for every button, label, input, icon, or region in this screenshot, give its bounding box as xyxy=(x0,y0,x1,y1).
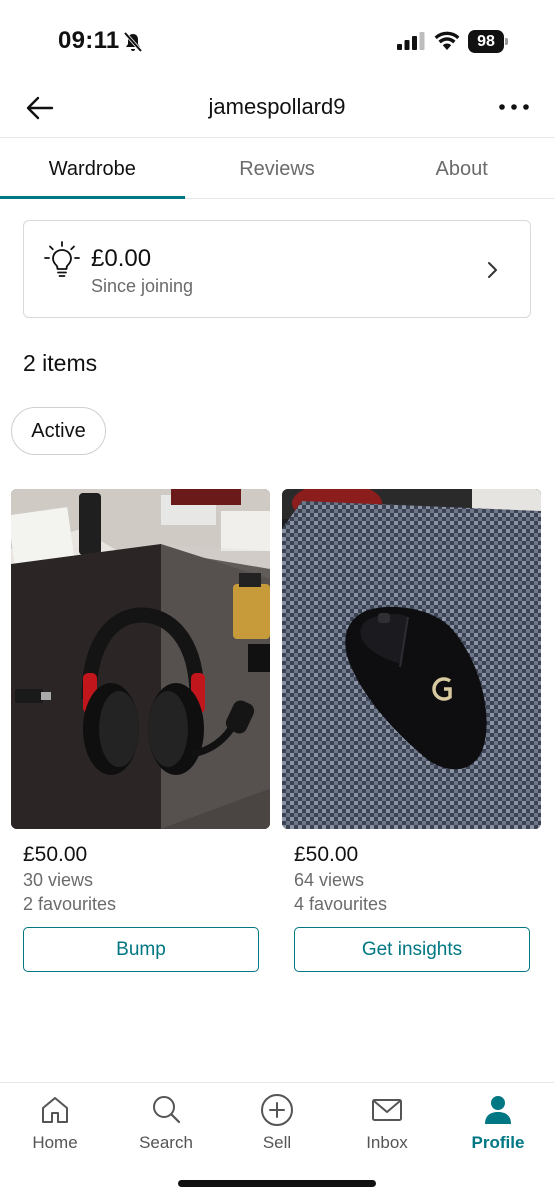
home-icon xyxy=(42,1097,68,1123)
balance-amount: £0.00 xyxy=(91,245,152,272)
nav-sell[interactable]: Sell xyxy=(227,1093,327,1153)
tab-reviews[interactable]: Reviews xyxy=(185,139,370,198)
home-indicator xyxy=(178,1180,376,1187)
battery-icon: 98 xyxy=(468,30,508,53)
more-dots-icon[interactable] xyxy=(494,92,534,122)
nav-search[interactable]: Search xyxy=(116,1093,216,1153)
items-count: 2 items xyxy=(23,350,98,376)
status-bar: 09:11 98 xyxy=(0,0,554,80)
chevron-right-icon xyxy=(488,262,497,278)
nav-inbox[interactable]: Inbox xyxy=(337,1093,437,1153)
wifi-icon xyxy=(434,31,460,50)
product-favourites: 4 favourites xyxy=(294,894,388,914)
nav-profile[interactable]: Profile xyxy=(448,1093,548,1153)
nav-search-label: Search xyxy=(139,1133,193,1152)
nav-inbox-label: Inbox xyxy=(366,1133,408,1152)
headset-photo[interactable] xyxy=(11,489,270,829)
search-icon xyxy=(153,1096,181,1124)
mouse-photo[interactable] xyxy=(282,489,541,829)
get-insights-button[interactable]: Get insights xyxy=(294,927,530,972)
nav-profile-label: Profile xyxy=(471,1133,525,1152)
bump-button[interactable]: Bump xyxy=(23,927,259,972)
mail-icon xyxy=(372,1099,402,1121)
profile-tabs: Wardrobe Reviews About xyxy=(0,139,554,199)
tab-wardrobe[interactable]: Wardrobe xyxy=(0,139,185,199)
plus-circle-icon xyxy=(261,1094,293,1126)
status-time: 09:11 xyxy=(58,27,120,54)
balance-card[interactable]: £0.00 Since joining xyxy=(23,220,531,318)
person-icon xyxy=(485,1096,511,1124)
nav-sell-label: Sell xyxy=(262,1133,292,1152)
product-views: 64 views xyxy=(294,870,365,890)
battery-level: 98 xyxy=(468,30,504,53)
tab-about[interactable]: About xyxy=(369,139,554,198)
lightbulb-icon xyxy=(44,241,80,277)
product-card: £50.00 64 views 4 favourites Get insight… xyxy=(282,489,541,972)
product-price: £50.00 xyxy=(294,843,359,866)
product-price: £50.00 xyxy=(23,843,88,866)
nav-home[interactable]: Home xyxy=(5,1093,105,1153)
app-header: jamespollard9 xyxy=(0,80,554,138)
bell-off-icon xyxy=(123,31,143,53)
nav-home-label: Home xyxy=(32,1133,78,1152)
page-title: jamespollard9 xyxy=(208,94,346,119)
product-views: 30 views xyxy=(23,870,94,890)
filter-chip-active[interactable]: Active xyxy=(11,407,106,455)
balance-caption: Since joining xyxy=(91,276,194,296)
product-card: £50.00 30 views 2 favourites Bump xyxy=(11,489,270,972)
signal-icon xyxy=(397,32,425,50)
product-favourites: 2 favourites xyxy=(23,894,117,914)
